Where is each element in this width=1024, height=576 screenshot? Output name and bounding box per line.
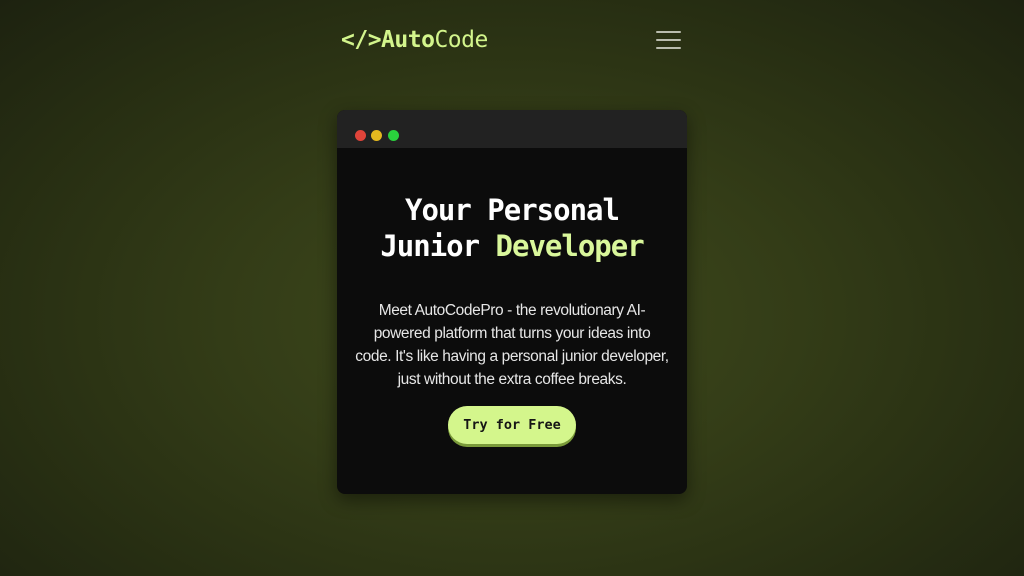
logo-text-bold: Auto (381, 27, 435, 53)
logo-text-light: Code (434, 27, 488, 53)
logo-symbol: </> (341, 27, 382, 53)
hero-window: Your Personal Junior Developer Meet Auto… (337, 110, 687, 494)
window-minimize-dot-icon (371, 130, 382, 141)
headline-line-2-plain: Junior (380, 229, 496, 263)
headline-line-1: Your Personal (405, 193, 620, 227)
hero-description: Meet AutoCodePro - the revolutionary AI-… (355, 302, 669, 388)
hero-headline: Your Personal Junior Developer (337, 192, 687, 264)
menu-line (656, 39, 681, 41)
window-close-dot-icon (355, 130, 366, 141)
window-titlebar (337, 110, 687, 148)
logo[interactable]: </>AutoCode (341, 26, 488, 54)
menu-line (656, 47, 681, 49)
window-maximize-dot-icon (388, 130, 399, 141)
headline-line-2-accent: Developer (495, 229, 645, 263)
try-for-free-button[interactable]: Try for Free (448, 406, 576, 444)
site-header: </>AutoCode (341, 26, 683, 54)
menu-line (656, 31, 681, 33)
hamburger-menu-icon[interactable] (656, 29, 681, 51)
